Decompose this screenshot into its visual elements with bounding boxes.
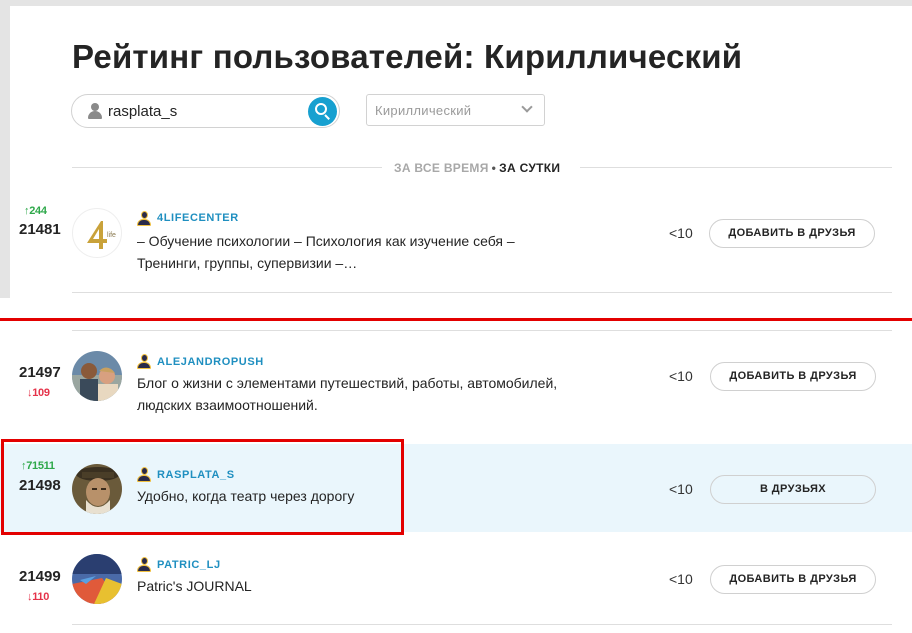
- svg-text:life: life: [107, 232, 116, 239]
- tab-separator: •: [491, 161, 497, 175]
- tab-all-time[interactable]: ЗА ВСЕ ВРЕМЯ: [394, 161, 489, 175]
- friends-count: <10: [669, 368, 693, 384]
- search-input[interactable]: [108, 101, 298, 121]
- rank-change-down: ↓109: [27, 387, 50, 399]
- page-title: Рейтинг пользователей: Кириллический: [72, 38, 743, 75]
- row-divider: [72, 292, 892, 293]
- username-link[interactable]: 4LIFECENTER: [157, 212, 239, 224]
- user-icon: [88, 103, 102, 119]
- in-friends-button[interactable]: В ДРУЗЬЯХ: [710, 475, 876, 504]
- user-profile-icon: [137, 354, 151, 369]
- user-profile-icon: [137, 211, 151, 226]
- avatar[interactable]: [72, 351, 122, 401]
- search-box[interactable]: [71, 94, 340, 128]
- period-tabs: ЗА ВСЕ ВРЕМЯ • ЗА СУТКИ: [394, 161, 560, 175]
- rank-change-down: ↓110: [27, 591, 50, 603]
- avatar[interactable]: life: [72, 208, 122, 258]
- row-divider: [72, 330, 892, 331]
- annotation-separator-line: [0, 318, 912, 321]
- friends-count: <10: [669, 225, 693, 241]
- friends-count: <10: [669, 571, 693, 587]
- user-description: Блог о жизни с элементами путешествий, р…: [137, 375, 558, 413]
- username-link[interactable]: PATRIC_LJ: [157, 559, 221, 571]
- chevron-down-icon: [521, 101, 533, 113]
- friends-count: <10: [669, 481, 693, 497]
- rank-number: 21481: [19, 221, 61, 238]
- rank-number: 21499: [19, 568, 61, 585]
- user-description: – Обучение психологии – Психология как и…: [137, 233, 515, 271]
- avatar[interactable]: [72, 554, 122, 604]
- frame-left-border: [0, 0, 10, 298]
- language-select[interactable]: Кириллический: [366, 94, 545, 126]
- tab-day[interactable]: ЗА СУТКИ: [499, 161, 560, 175]
- user-profile-icon: [137, 557, 151, 572]
- search-button[interactable]: [308, 97, 337, 126]
- language-select-value: Кириллический: [375, 103, 472, 118]
- rank-change-up: ↑244: [24, 205, 47, 217]
- add-friend-button[interactable]: ДОБАВИТЬ В ДРУЗЬЯ: [710, 565, 876, 594]
- user-description: Patric's JOURNAL: [137, 578, 252, 594]
- username-link[interactable]: ALEJANDROPUSH: [157, 356, 264, 368]
- add-friend-button[interactable]: ДОБАВИТЬ В ДРУЗЬЯ: [709, 219, 875, 248]
- period-divider-left: [72, 167, 382, 168]
- row-divider: [72, 624, 892, 625]
- period-divider-right: [580, 167, 892, 168]
- annotation-highlight-box: [1, 439, 404, 535]
- rank-number: 21497: [19, 364, 61, 381]
- add-friend-button[interactable]: ДОБАВИТЬ В ДРУЗЬЯ: [710, 362, 876, 391]
